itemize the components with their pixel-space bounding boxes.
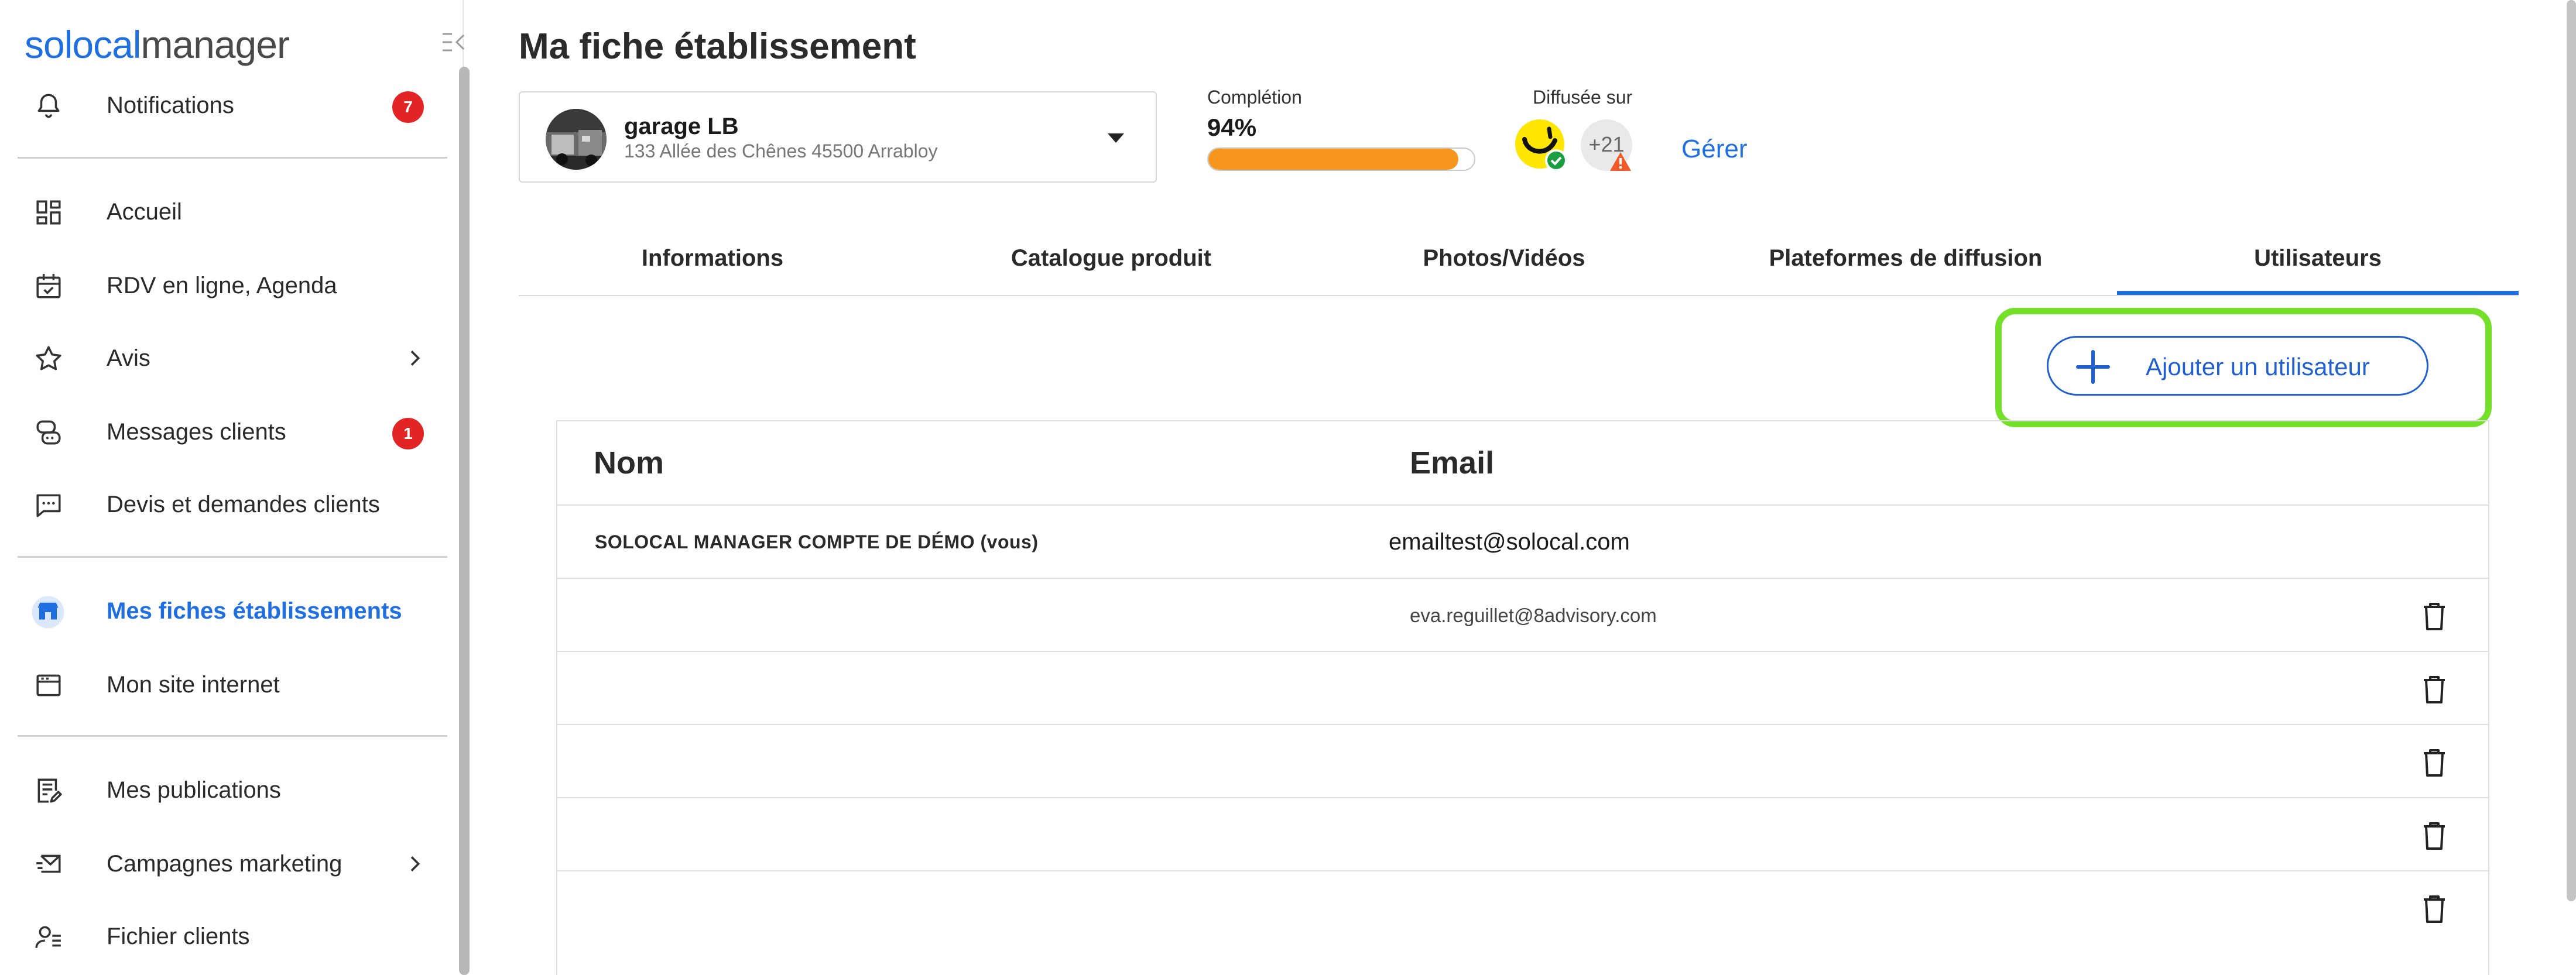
manage-platforms-link[interactable]: Gérer [1681, 135, 1747, 164]
sidebar-item-fichier-clients[interactable]: Fichier clients [0, 904, 451, 968]
star-icon [36, 346, 61, 370]
sidebar-divider [18, 735, 447, 737]
delete-user-icon[interactable] [2421, 749, 2447, 778]
browser-window-icon [36, 674, 61, 696]
column-header-email: Email [1410, 445, 1495, 480]
sidebar-divider [18, 556, 447, 558]
mail-send-icon [36, 854, 61, 873]
sidebar-item-label: Accueil [107, 199, 182, 225]
table-row [557, 651, 2488, 725]
sidebar-item-publications[interactable]: Mes publications [0, 757, 451, 822]
edit-document-icon [37, 778, 62, 803]
delete-user-icon[interactable] [2421, 675, 2447, 705]
sidebar-item-mes-fiches[interactable]: Mes fiches établissements [0, 578, 451, 643]
add-user-label: Ajouter un utilisateur [2146, 353, 2370, 380]
users-list-icon [35, 926, 61, 948]
add-user-button[interactable]: Ajouter un utilisateur [2047, 336, 2428, 396]
pagesjaunes-smiley-icon[interactable] [1513, 117, 1569, 173]
table-row [557, 724, 2488, 798]
dashboard-icon [36, 200, 61, 225]
plus-icon [2076, 350, 2110, 384]
establishment-name: garage LB [624, 114, 739, 139]
delete-user-icon[interactable] [2421, 895, 2447, 924]
warning-icon [1610, 152, 1631, 171]
users-table: Nom Email SOLOCAL MANAGER COMPTE DE DÉMO… [556, 420, 2489, 975]
column-header-nom: Nom [594, 445, 664, 480]
tab-catalogue-produit[interactable]: Catalogue produit [926, 234, 1296, 295]
user-email: eva.reguillet@8advisory.com [1410, 605, 1657, 626]
dropdown-caret-icon [1108, 133, 1124, 143]
sidebar-item-label: Campagnes marketing [107, 851, 342, 877]
messages-count-badge: 1 [392, 418, 424, 449]
table-row: SOLOCAL MANAGER COMPTE DE DÉMO (vous) em… [557, 504, 2488, 579]
sidebar-item-label: RDV en ligne, Agenda [107, 273, 337, 298]
table-row: eva.reguillet@8advisory.com [557, 578, 2488, 652]
sidebar-item-label: Mon site internet [107, 672, 280, 698]
completion-label: Complétion [1207, 87, 1302, 108]
tab-utilisateurs[interactable]: Utilisateurs [2117, 234, 2519, 295]
chat-bubbles-icon [36, 420, 61, 445]
sidebar-item-label: Devis et demandes clients [107, 492, 380, 517]
message-dots-icon [36, 494, 61, 517]
notification-count-badge: 7 [392, 91, 424, 123]
tab-plateformes-diffusion[interactable]: Plateformes de diffusion [1706, 234, 2105, 295]
sidebar-item-label: Fichier clients [107, 923, 250, 949]
sidebar-item-rdv-agenda[interactable]: RDV en ligne, Agenda [0, 253, 451, 317]
calendar-check-icon [36, 274, 61, 298]
sidebar-item-notifications[interactable]: Notifications 7 [0, 73, 451, 137]
establishment-address: 133 Allée des Chênes 45500 Arrabloy [624, 140, 938, 162]
sidebar-item-label: Notifications [107, 92, 234, 118]
sidebar-item-label: Avis [107, 345, 150, 371]
garage-photo-icon [546, 109, 607, 170]
sidebar-item-devis-demandes[interactable]: Devis et demandes clients [0, 472, 451, 536]
delete-user-icon[interactable] [2421, 602, 2447, 631]
sidebar-item-messages-clients[interactable]: Messages clients 1 [0, 399, 451, 464]
sidebar-item-label: Mes publications [107, 777, 281, 803]
user-email: emailtest@solocal.com [1389, 529, 1630, 555]
sidebar-item-accueil[interactable]: Accueil [0, 179, 451, 243]
sidebar-item-campagnes-marketing[interactable]: Campagnes marketing [0, 831, 451, 895]
table-row [557, 797, 2488, 871]
delete-user-icon[interactable] [2421, 822, 2447, 851]
establishment-avatar [546, 109, 607, 170]
tab-informations[interactable]: Informations [519, 234, 906, 295]
page-title: Ma fiche établissement [519, 26, 916, 67]
completion-progress-fill [1208, 149, 1458, 170]
collapse-sidebar-icon[interactable] [440, 32, 466, 53]
page-scrollbar[interactable] [2567, 0, 2576, 901]
bell-icon [37, 94, 60, 118]
completion-progress-bar [1207, 147, 1475, 171]
store-icon [32, 596, 64, 629]
table-row [557, 870, 2488, 945]
establishment-selector[interactable]: garage LB 133 Allée des Chênes 45500 Arr… [519, 91, 1157, 183]
completion-value: 94% [1207, 114, 1257, 141]
sidebar-scrollbar[interactable] [459, 67, 470, 975]
sidebar-item-label: Messages clients [107, 419, 286, 445]
sidebar-item-avis[interactable]: Avis [0, 325, 451, 390]
chevron-right-icon [410, 351, 420, 366]
solocal-manager-logo[interactable]: solocalmanager [25, 22, 290, 67]
diffusion-label: Diffusée sur [1533, 87, 1633, 108]
sidebar-item-site-internet[interactable]: Mon site internet [0, 652, 451, 716]
sidebar-divider [18, 157, 447, 159]
chevron-right-icon [410, 856, 420, 871]
user-name: SOLOCAL MANAGER COMPTE DE DÉMO (vous) [595, 531, 1039, 552]
sidebar-item-label: Mes fiches établissements [107, 598, 402, 624]
tab-photos-videos[interactable]: Photos/Vidéos [1316, 234, 1692, 295]
sidebar: solocalmanager Notifications 7 Accueil R… [0, 0, 470, 975]
establishment-tabs: Informations Catalogue produit Photos/Vi… [519, 234, 2519, 296]
